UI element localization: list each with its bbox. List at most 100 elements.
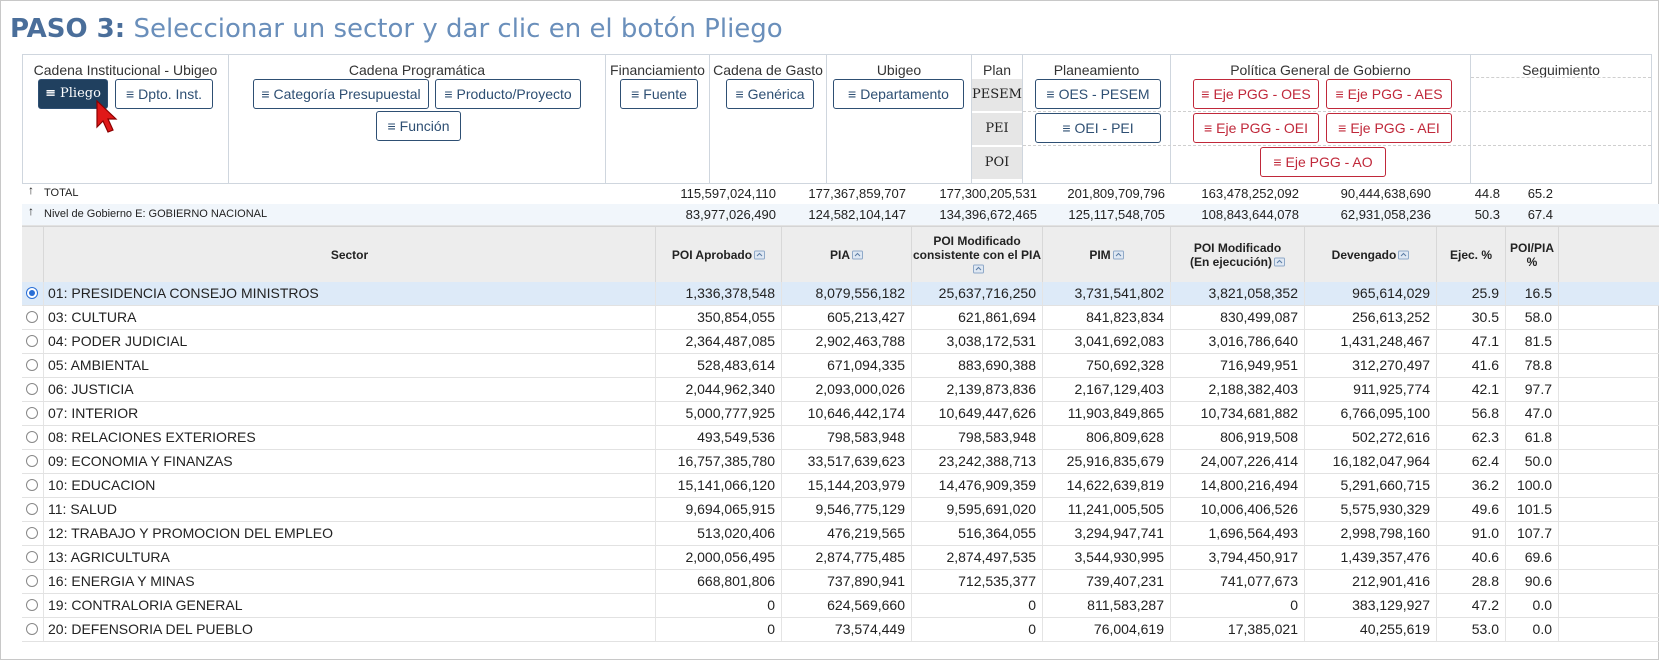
group-cadena-programatica: Cadena Programática ≡ Categoría Presupues… — [229, 55, 606, 183]
header-poi-aprobado[interactable]: POI Aprobado — [656, 227, 782, 282]
header-ejec[interactable]: Ejec. % — [1437, 227, 1506, 282]
collapse-up-icon[interactable]: ↑ — [28, 183, 34, 197]
header-line: POI Modificado — [1193, 240, 1282, 255]
header-label: POI/PIA% — [1510, 241, 1554, 269]
header-label: PIA — [830, 248, 863, 262]
sort-icon[interactable] — [1396, 248, 1410, 262]
funcion-button[interactable]: ≡ Función — [376, 111, 461, 141]
departamento-button[interactable]: ≡ Departamento — [833, 79, 964, 109]
radio-cell-border — [22, 498, 44, 521]
categoria-presupuestal-button[interactable]: ≡ Categoría Presupuestal — [253, 79, 429, 109]
table-row[interactable]: 06: JUSTICIA 2,044,962,340 2,093,000,026 2,… — [22, 378, 1659, 402]
value-cell: 40,255,619 — [1305, 618, 1437, 641]
value-cell: 25,637,716,250 — [912, 282, 1043, 305]
sort-icon[interactable] — [1272, 255, 1285, 269]
value-cell: 201,809,709,796 — [1067, 186, 1165, 201]
table-row[interactable]: 20: DEFENSORIA DEL PUEBLO 0 73,574,449 0 76,… — [22, 618, 1659, 642]
value-cell: 712,535,377 — [912, 570, 1043, 593]
header-sector[interactable]: Sector — [44, 227, 656, 282]
value-cell: 502,272,616 — [1305, 426, 1437, 449]
value-cell: 50.0 — [1506, 450, 1559, 473]
table-row[interactable]: 03: CULTURA 350,854,055 605,213,427 621,861… — [22, 306, 1659, 330]
value-cell: 2,874,775,485 — [782, 546, 912, 569]
value-cell: 76,004,619 — [1043, 618, 1171, 641]
table-row[interactable]: 01: PRESIDENCIA CONSEJO MINISTROS 1,336,3… — [22, 282, 1659, 306]
value-cell: 24,007,226,414 — [1171, 450, 1305, 473]
table-row[interactable]: 07: INTERIOR 5,000,777,925 10,646,442,174 1… — [22, 402, 1659, 426]
producto-proyecto-button[interactable]: ≡ Producto/Proyecto — [435, 79, 581, 109]
generica-button[interactable]: ≡ Genérica — [726, 79, 814, 109]
value-cell: 256,613,252 — [1305, 306, 1437, 329]
sort-icon[interactable] — [971, 262, 984, 276]
eje-pgg-aei-button[interactable]: ≡ Eje PGG - AEI — [1326, 113, 1452, 143]
value-cell: 41.6 — [1437, 354, 1506, 377]
total-row[interactable]: ↑ TOTAL 115,597,024,110 177,367,859,707 177,… — [22, 183, 1659, 205]
header-devengado[interactable]: Devengado — [1305, 227, 1437, 282]
nivel-gobierno-row[interactable]: ↑ Nivel de Gobierno E: GOBIERNO NACIONAL 8… — [22, 204, 1659, 226]
oei-pei-button[interactable]: ≡ OEI - PEI — [1035, 113, 1161, 143]
sort-icon[interactable] — [850, 248, 863, 262]
fuente-button[interactable]: ≡ Fuente — [620, 79, 698, 109]
value-cell: 107.7 — [1506, 522, 1559, 545]
table-row[interactable]: 12: TRABAJO Y PROMOCION DEL EMPLEO 513,02… — [22, 522, 1659, 546]
value-cell: 100.0 — [1506, 474, 1559, 497]
header-line: POI/PIA — [1509, 240, 1554, 255]
table-row[interactable]: 19: CONTRALORIA GENERAL 0 624,569,660 0 811,… — [22, 594, 1659, 618]
radio-cell-border — [22, 282, 44, 305]
menu-icon: ≡ — [45, 86, 56, 101]
menu-icon: ≡ — [261, 86, 270, 102]
header-pia[interactable]: PIA — [782, 227, 912, 282]
dpto-inst-button[interactable]: ≡ Dpto. Inst. — [115, 79, 213, 109]
header-line: (En ejecución) — [1189, 254, 1272, 269]
value-cell: 42.1 — [1437, 378, 1506, 401]
value-cell: 3,821,058,352 — [1171, 282, 1305, 305]
group-financiamiento: Financiamiento ≡ Fuente — [606, 55, 710, 183]
table-row[interactable]: 13: AGRICULTURA 2,000,056,495 2,874,775,48… — [22, 546, 1659, 570]
table-row[interactable]: 16: ENERGIA Y MINAS 668,801,806 737,890,94… — [22, 570, 1659, 594]
value-cell: 741,077,673 — [1171, 570, 1305, 593]
menu-icon: ≡ — [1062, 120, 1071, 136]
eje-pgg-ao-button[interactable]: ≡ Eje PGG - AO — [1260, 147, 1386, 177]
value-cell: 798,583,948 — [912, 426, 1043, 449]
value-cell: 10,649,447,626 — [912, 402, 1043, 425]
header-poi-pia[interactable]: POI/PIA% — [1506, 227, 1559, 282]
step-label: PASO 3: — [10, 14, 126, 44]
radio-cell-border — [22, 330, 44, 353]
value-cell: 62,931,058,236 — [1340, 207, 1431, 222]
header-label: POI Aprobado — [672, 248, 766, 262]
eje-pgg-oei-button[interactable]: ≡ Eje PGG - OEI — [1193, 113, 1319, 143]
header-line: POI Modificado — [933, 233, 1021, 248]
table-row[interactable]: 04: PODER JUDICIAL 2,364,487,085 2,902,463… — [22, 330, 1659, 354]
value-cell: 0.0 — [1506, 618, 1559, 641]
value-cell: 212,901,416 — [1305, 570, 1437, 593]
value-cell: 2,364,487,085 — [656, 330, 782, 353]
eje-pgg-oes-button[interactable]: ≡ Eje PGG - OES — [1193, 79, 1319, 109]
value-cell: 83,977,026,490 — [685, 207, 776, 222]
table-row[interactable]: 11: SALUD 9,694,065,915 9,546,775,129 9,595… — [22, 498, 1659, 522]
table-row[interactable]: 08: RELACIONES EXTERIORES 493,549,536 798,… — [22, 426, 1659, 450]
value-cell: 0 — [912, 594, 1043, 617]
value-cell: 5,000,777,925 — [656, 402, 782, 425]
header-poi-mod-pia[interactable]: POI Modificado consistente con el PIA — [912, 227, 1043, 282]
table-row[interactable]: 10: EDUCACION 15,141,066,120 15,144,203,97… — [22, 474, 1659, 498]
sector-cell-border — [22, 570, 656, 593]
value-cell: 16,182,047,964 — [1305, 450, 1437, 473]
value-cell: 14,622,639,819 — [1043, 474, 1171, 497]
eje-pgg-aes-button[interactable]: ≡ Eje PGG - AES — [1326, 79, 1452, 109]
value-cell: 624,569,660 — [782, 594, 912, 617]
oes-pesem-button[interactable]: ≡ OES - PESEM — [1035, 79, 1161, 109]
sort-icon[interactable] — [1111, 248, 1124, 262]
value-cell: 841,823,834 — [1043, 306, 1171, 329]
sector-cell-border — [22, 426, 656, 449]
value-cell: 0.0 — [1506, 594, 1559, 617]
header-poi-mod-ejec[interactable]: POI Modificado (En ejecución) — [1171, 227, 1305, 282]
value-cell: 14,476,909,359 — [912, 474, 1043, 497]
sort-icon[interactable] — [752, 248, 766, 262]
table-row[interactable]: 05: AMBIENTAL 528,483,614 671,094,335 883,6… — [22, 354, 1659, 378]
collapse-up-icon[interactable]: ↑ — [28, 204, 34, 218]
header-pim[interactable]: PIM — [1043, 227, 1171, 282]
sector-cell-border — [22, 522, 656, 545]
table-row[interactable]: 09: ECONOMIA Y FINANZAS 16,757,385,780 33,… — [22, 450, 1659, 474]
menu-icon: ≡ — [631, 86, 640, 102]
value-cell: 108,843,644,078 — [1201, 207, 1299, 222]
